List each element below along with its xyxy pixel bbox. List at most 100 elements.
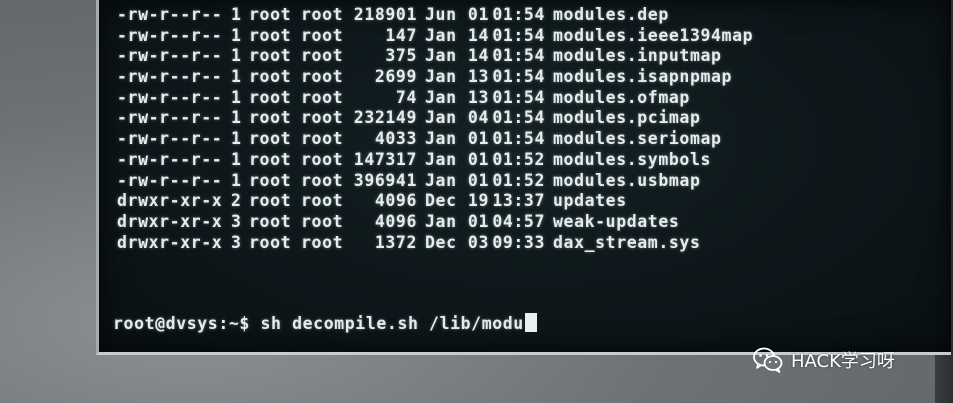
file-name: modules.isapnpmap: [553, 67, 733, 87]
file-group: root: [301, 170, 344, 190]
file-group: root: [301, 46, 344, 66]
file-month: Jan: [425, 46, 457, 66]
file-month: Jun: [425, 5, 457, 24]
file-name: modules.ieee1394map: [553, 25, 754, 45]
listing-row: -rw-r--r-- 1 root root 375 Jan 14 01:54 modules.…: [117, 46, 753, 67]
file-owner: root: [249, 108, 292, 128]
terminal-window[interactable]: -rw-r--r-- 1 root root 218901 Jun 01 01:54 modul…: [96, 0, 951, 355]
file-time: 01:54: [492, 25, 545, 45]
file-time: 04:57: [492, 211, 545, 231]
file-name: modules.seriomap: [553, 129, 722, 149]
link-count: 3: [231, 211, 242, 231]
link-count: 2: [231, 191, 242, 211]
file-group: root: [301, 87, 344, 107]
command-input[interactable]: sh decompile.sh /lib/modu: [261, 314, 524, 333]
file-permissions: drwxr-xr-x: [117, 191, 223, 211]
file-time: 13:37: [492, 191, 545, 211]
file-day: 01: [467, 149, 489, 169]
file-name: modules.symbols: [553, 149, 712, 169]
link-count: 1: [231, 170, 242, 190]
file-name: modules.dep: [553, 5, 669, 24]
file-time: 01:54: [492, 46, 545, 66]
file-owner: root: [249, 25, 292, 45]
file-group: root: [301, 129, 344, 149]
file-owner: root: [249, 5, 292, 24]
file-name: updates: [553, 191, 627, 211]
file-size: 1372: [374, 232, 417, 252]
file-month: Jan: [425, 149, 457, 169]
file-owner: root: [249, 87, 292, 107]
file-time: 09:33: [492, 232, 545, 252]
link-count: 1: [231, 46, 242, 66]
file-permissions: -rw-r--r--: [117, 129, 223, 149]
file-day: 14: [467, 25, 489, 45]
file-day: 01: [467, 5, 489, 24]
link-count: 1: [231, 149, 242, 169]
file-owner: root: [249, 191, 292, 211]
file-name: modules.inputmap: [553, 46, 722, 66]
link-count: 3: [231, 232, 242, 252]
file-permissions: -rw-r--r--: [117, 25, 223, 45]
listing-row: -rw-r--r-- 1 root root 2699 Jan 13 01:54 modules…: [117, 67, 753, 88]
file-owner: root: [249, 149, 292, 169]
file-group: root: [301, 232, 344, 252]
watermark-text: HACK学习呀: [791, 351, 895, 372]
file-time: 01:54: [492, 108, 545, 128]
shell-prompt: root@dvsys:~$: [113, 314, 250, 333]
file-day: 01: [467, 211, 489, 231]
file-size: 232149: [353, 108, 417, 128]
file-size: 4033: [374, 129, 417, 149]
link-count: 1: [231, 67, 242, 87]
file-group: root: [301, 67, 344, 87]
file-size: 147: [385, 25, 417, 45]
file-size: 375: [385, 46, 417, 66]
listing-row: -rw-r--r-- 1 root root 232149 Jan 04 01:54 modul…: [117, 108, 753, 129]
file-month: Dec: [425, 191, 457, 211]
file-day: 13: [467, 67, 489, 87]
listing-row: drwxr-xr-x 2 root root 4096 Dec 19 13:37 updates: [117, 191, 753, 212]
file-size: 2699: [374, 67, 417, 87]
file-month: Jan: [425, 129, 457, 149]
file-owner: root: [249, 129, 292, 149]
file-group: root: [301, 191, 344, 211]
link-count: 1: [231, 108, 242, 128]
file-owner: root: [249, 67, 292, 87]
file-group: root: [301, 25, 344, 45]
file-day: 03: [467, 232, 489, 252]
file-size: 4096: [374, 211, 417, 231]
file-group: root: [301, 108, 344, 128]
file-month: Jan: [425, 25, 457, 45]
file-name: modules.ofmap: [553, 87, 690, 107]
listing-row: drwxr-xr-x 3 root root 4096 Jan 01 04:57 weak-up…: [117, 212, 753, 233]
file-day: 14: [467, 46, 489, 66]
file-time: 01:52: [492, 149, 545, 169]
file-permissions: -rw-r--r--: [117, 170, 223, 190]
file-permissions: -rw-r--r--: [117, 67, 223, 87]
file-permissions: -rw-r--r--: [117, 149, 223, 169]
file-month: Jan: [425, 108, 457, 128]
file-day: 19: [467, 191, 489, 211]
link-count: 1: [231, 5, 242, 24]
directory-listing: -rw-r--r-- 1 root root 218901 Jun 01 01:54 modul…: [117, 5, 753, 253]
file-time: 01:52: [492, 170, 545, 190]
file-month: Jan: [425, 67, 457, 87]
file-size: 4096: [374, 191, 417, 211]
file-permissions: -rw-r--r--: [117, 87, 223, 107]
file-name: modules.pcimap: [553, 108, 701, 128]
command-line[interactable]: root@dvsys:~$ sh decompile.sh /lib/modu: [113, 313, 537, 335]
file-size: 218901: [353, 5, 417, 24]
link-count: 1: [231, 25, 242, 45]
link-count: 1: [231, 87, 242, 107]
file-time: 01:54: [492, 67, 545, 87]
file-size: 147317: [353, 149, 417, 169]
file-time: 01:54: [492, 129, 545, 149]
wechat-icon: [753, 347, 783, 373]
listing-row: -rw-r--r-- 1 root root 218901 Jun 01 01:54 modul…: [117, 5, 753, 26]
file-size: 396941: [353, 170, 417, 190]
file-day: 13: [467, 87, 489, 107]
file-month: Jan: [425, 211, 457, 231]
file-permissions: -rw-r--r--: [117, 46, 223, 66]
file-month: Dec: [425, 232, 457, 252]
file-group: root: [301, 211, 344, 231]
file-month: Jan: [425, 87, 457, 107]
